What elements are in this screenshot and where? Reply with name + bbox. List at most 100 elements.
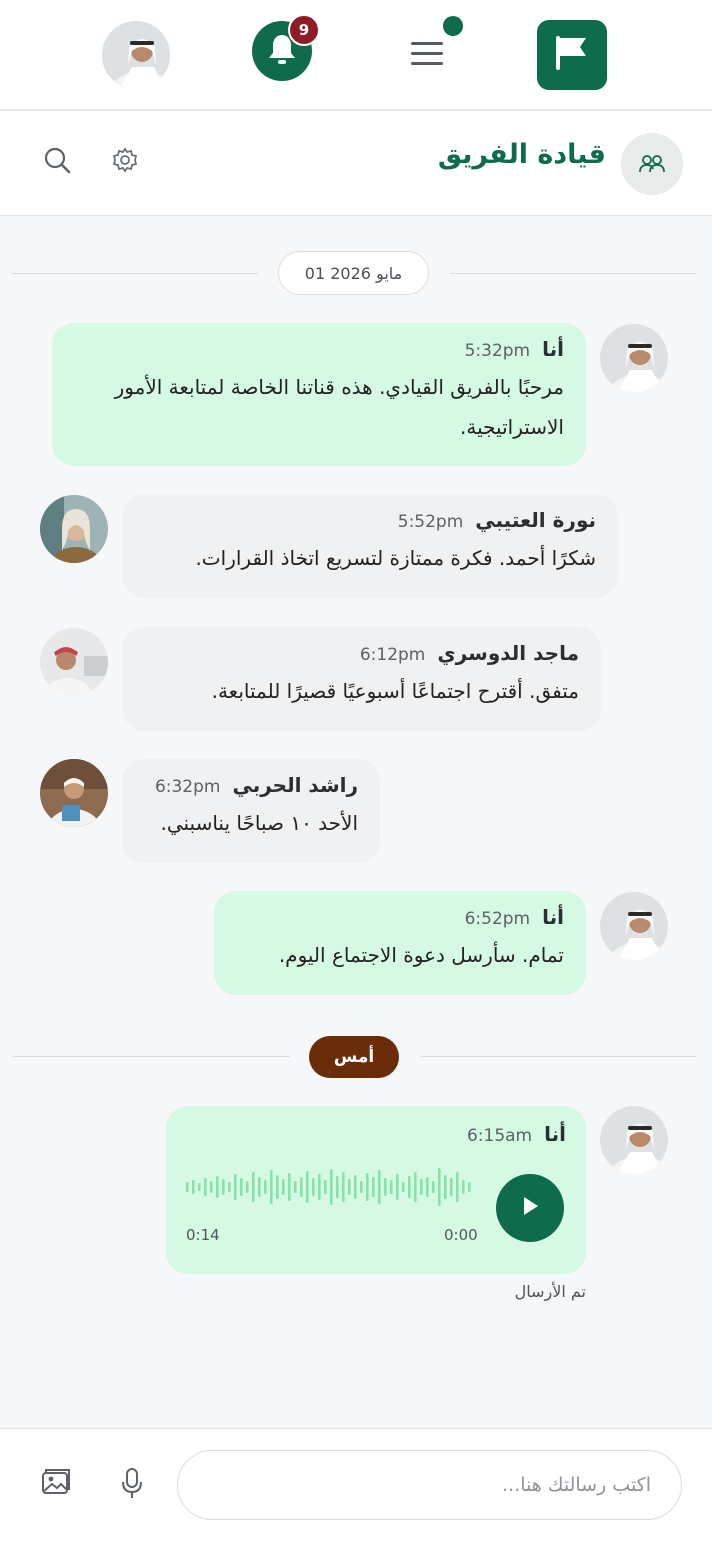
- waveform-bar: [336, 1176, 339, 1198]
- search-button[interactable]: [42, 145, 72, 179]
- waveform-bar: [426, 1177, 429, 1197]
- waveform-bar: [438, 1168, 441, 1206]
- message-time: 6:32pm: [154, 777, 221, 797]
- flag-icon: [550, 31, 594, 79]
- waveform-bar: [372, 1177, 375, 1197]
- waveform-bar: [252, 1172, 255, 1202]
- waveform-bar: [276, 1175, 279, 1199]
- sender-name: أنا: [542, 337, 564, 361]
- waveform-bar: [240, 1178, 243, 1196]
- message-time: 5:52pm: [397, 512, 464, 532]
- waveform-bar: [306, 1171, 309, 1203]
- waveform-bar: [390, 1180, 393, 1194]
- waveform-bar: [384, 1178, 387, 1196]
- top-bar: 9: [0, 0, 712, 110]
- search-icon: [42, 147, 72, 179]
- voice-message-bubble[interactable]: أنا 6:15am 0:00 0:14: [166, 1106, 586, 1274]
- message-bubble[interactable]: أنا 5:32pm مرحبًا بالفريق القيادي. هذه ق…: [52, 323, 586, 466]
- waveform-bar: [354, 1175, 357, 1199]
- waveform-bar: [222, 1179, 225, 1195]
- channel-title: قيادة الفريق: [437, 139, 606, 170]
- divider-line: [420, 1056, 696, 1057]
- waveform-bar: [468, 1182, 471, 1192]
- settings-button[interactable]: [110, 145, 140, 179]
- message-text: تمام. سأرسل دعوة الاجتماع اليوم.: [278, 943, 564, 967]
- attach-image-button[interactable]: [40, 1467, 72, 1501]
- message-time: 5:32pm: [464, 341, 531, 361]
- date-separator: مايو 2026 01: [278, 251, 429, 295]
- message-status: تم الأرسال: [514, 1282, 586, 1301]
- message-header: أنا 5:32pm: [72, 337, 564, 367]
- waveform-bar: [396, 1174, 399, 1200]
- waveform-bar: [294, 1181, 297, 1193]
- divider-line: [12, 1056, 290, 1057]
- notification-badge: 9: [288, 14, 320, 46]
- waveform-bar: [348, 1179, 351, 1195]
- app-logo[interactable]: [537, 20, 607, 90]
- waveform-bar: [228, 1182, 231, 1192]
- waveform-bar: [258, 1177, 261, 1197]
- waveform-bar: [456, 1172, 459, 1202]
- microphone-icon: [118, 1468, 146, 1503]
- message-text: شكرًا أحمد. فكرة ممتازة لتسريع اتخاذ الق…: [195, 546, 596, 570]
- gear-icon: [110, 147, 140, 179]
- waveform-bar: [210, 1181, 213, 1193]
- waveform-bar: [408, 1176, 411, 1198]
- message-header: ماجد الدوسري 6:12pm: [142, 641, 579, 671]
- sender-name: أنا: [542, 905, 564, 929]
- menu-icon-line: [411, 61, 443, 65]
- sender-name: ماجد الدوسري: [437, 641, 579, 665]
- divider-line: [12, 273, 258, 274]
- avatar[interactable]: [600, 1106, 668, 1174]
- voice-waveform[interactable]: [186, 1164, 476, 1210]
- waveform-bar: [204, 1178, 207, 1196]
- waveform-bar: [264, 1180, 267, 1194]
- waveform-bar: [414, 1172, 417, 1202]
- waveform-bar: [420, 1179, 423, 1195]
- message-header: راشد الحربي 6:32pm: [142, 773, 358, 803]
- waveform-bar: [450, 1178, 453, 1196]
- message-time: 6:15am: [466, 1126, 533, 1146]
- channel-header: قيادة الفريق: [0, 111, 712, 216]
- record-voice-button[interactable]: [118, 1467, 146, 1503]
- waveform-bar: [330, 1169, 333, 1205]
- menu-icon-line: [411, 51, 443, 55]
- message-text: متفق. أقترح اجتماعًا أسبوعيًا قصيرًا للم…: [211, 679, 579, 703]
- message-input[interactable]: [177, 1450, 682, 1520]
- waveform-bar: [246, 1181, 249, 1193]
- message-bubble[interactable]: أنا 6:52pm تمام. سأرسل دعوة الاجتماع الي…: [214, 891, 586, 995]
- menu-indicator-dot: [443, 16, 463, 36]
- play-button[interactable]: [496, 1174, 564, 1242]
- voice-duration: 0:14: [186, 1226, 220, 1244]
- sender-name: أنا: [544, 1122, 566, 1146]
- sender-name: نورة العتيبي: [475, 508, 596, 532]
- avatar[interactable]: [600, 892, 668, 960]
- waveform-bar: [234, 1174, 237, 1200]
- message-time: 6:12pm: [359, 645, 426, 665]
- message-bubble[interactable]: راشد الحربي 6:32pm الأحد ١٠ صباحًا يناسب…: [122, 759, 380, 863]
- waveform-bar: [300, 1177, 303, 1197]
- waveform-bar: [444, 1175, 447, 1199]
- avatar[interactable]: [40, 759, 108, 827]
- message-bubble[interactable]: نورة العتيبي 5:52pm شكرًا أحمد. فكرة ممت…: [122, 494, 618, 598]
- waveform-bar: [360, 1181, 363, 1193]
- composer-bar: [0, 1428, 712, 1542]
- waveform-bar: [216, 1176, 219, 1198]
- menu-icon-line: [411, 41, 443, 45]
- divider-line: [450, 273, 696, 274]
- avatar[interactable]: [40, 628, 108, 696]
- waveform-bar: [432, 1181, 435, 1193]
- user-avatar[interactable]: [102, 21, 170, 89]
- waveform-bar: [342, 1172, 345, 1202]
- waveform-bar: [402, 1182, 405, 1192]
- waveform-bar: [270, 1170, 273, 1204]
- menu-button[interactable]: [404, 30, 450, 76]
- message-bubble[interactable]: ماجد الدوسري 6:12pm متفق. أقترح اجتماعًا…: [122, 627, 601, 731]
- yesterday-separator: أمس: [309, 1036, 399, 1078]
- waveform-bar: [366, 1173, 369, 1201]
- avatar[interactable]: [40, 495, 108, 563]
- waveform-bar: [282, 1179, 285, 1195]
- avatar[interactable]: [600, 324, 668, 392]
- waveform-bar: [186, 1182, 189, 1192]
- sender-name: راشد الحربي: [232, 773, 358, 797]
